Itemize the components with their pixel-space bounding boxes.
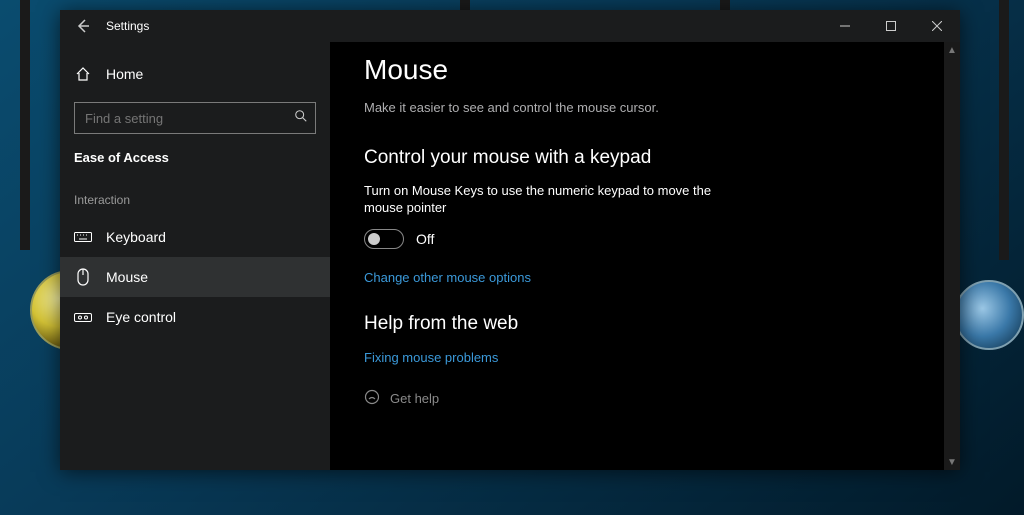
- home-icon: [74, 66, 92, 82]
- get-help-label: Get help: [390, 391, 439, 406]
- window-title: Settings: [106, 19, 149, 33]
- toggle-state-label: Off: [416, 231, 434, 247]
- content-pane: Mouse Make it easier to see and control …: [330, 42, 960, 470]
- minimize-icon: [840, 21, 850, 31]
- maximize-button[interactable]: [868, 10, 914, 42]
- search-wrap: [74, 102, 316, 134]
- maximize-icon: [886, 21, 896, 31]
- sidebar-home[interactable]: Home: [60, 54, 330, 94]
- sidebar-section-label: Interaction: [60, 193, 330, 207]
- mouse-keys-toggle-row: Off: [364, 229, 926, 249]
- keyboard-icon: [74, 230, 92, 244]
- settings-window: Settings Home: [60, 10, 960, 470]
- toggle-knob: [368, 233, 380, 245]
- sidebar-item-label: Eye control: [106, 309, 176, 325]
- sidebar-item-keyboard[interactable]: Keyboard: [60, 217, 330, 257]
- sidebar-item-mouse[interactable]: Mouse: [60, 257, 330, 297]
- scroll-up-icon: ▲: [944, 42, 960, 58]
- back-button[interactable]: [60, 10, 106, 42]
- get-help-icon: [364, 389, 380, 408]
- scrollbar[interactable]: ▲ ▼: [944, 42, 960, 470]
- sidebar: Home Ease of Access Interaction Keyboard: [60, 42, 330, 470]
- titlebar: Settings: [60, 10, 960, 42]
- eye-control-icon: [74, 310, 92, 324]
- back-arrow-icon: [75, 18, 91, 34]
- get-help-row[interactable]: Get help: [364, 389, 926, 408]
- close-icon: [932, 21, 942, 31]
- page-subtitle: Make it easier to see and control the mo…: [364, 100, 926, 115]
- window-controls: [822, 10, 960, 42]
- close-button[interactable]: [914, 10, 960, 42]
- sidebar-item-label: Mouse: [106, 269, 148, 285]
- search-icon: [294, 109, 308, 128]
- mouse-icon: [74, 268, 92, 286]
- section-heading-help: Help from the web: [364, 313, 926, 335]
- minimize-button[interactable]: [822, 10, 868, 42]
- mouse-keys-description: Turn on Mouse Keys to use the numeric ke…: [364, 183, 724, 217]
- mouse-keys-toggle[interactable]: [364, 229, 404, 249]
- search-input[interactable]: [74, 102, 316, 134]
- page-title: Mouse: [364, 54, 926, 86]
- sidebar-item-eye-control[interactable]: Eye control: [60, 297, 330, 337]
- scroll-down-icon: ▼: [944, 454, 960, 470]
- sidebar-group-label: Ease of Access: [60, 150, 330, 165]
- sidebar-item-label: Keyboard: [106, 229, 166, 245]
- sidebar-home-label: Home: [106, 66, 143, 82]
- change-mouse-options-link[interactable]: Change other mouse options: [364, 270, 531, 285]
- section-heading-keypad: Control your mouse with a keypad: [364, 147, 926, 169]
- fixing-mouse-problems-link[interactable]: Fixing mouse problems: [364, 350, 498, 365]
